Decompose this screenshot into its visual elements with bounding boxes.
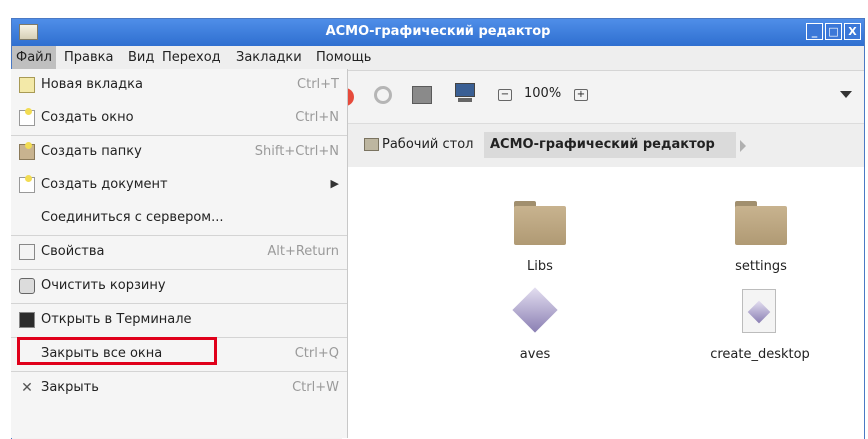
menu-item-new-folder[interactable]: Создать папку Shift+Ctrl+N <box>11 136 347 169</box>
menu-item-new-window[interactable]: Создать окно Ctrl+N <box>11 102 347 135</box>
menu-item-accelerator: Shift+Ctrl+N <box>254 144 339 159</box>
maximize-button[interactable]: □ <box>825 23 842 40</box>
crumb-desktop[interactable]: Рабочий стол <box>382 132 473 158</box>
file-label[interactable]: create_desktop <box>690 347 830 362</box>
file-view: Libs settings aves create_desktop <box>342 167 864 439</box>
menu-help[interactable]: Помощь <box>316 50 371 65</box>
folder-icon[interactable] <box>735 201 787 245</box>
menu-item-label: Новая вкладка <box>41 77 143 92</box>
folder-icon[interactable] <box>514 201 566 245</box>
menu-item-accelerator: Ctrl+T <box>297 77 339 92</box>
toolbar-overflow-icon[interactable] <box>840 91 852 98</box>
menu-item-accelerator: Ctrl+W <box>292 380 339 395</box>
document-file-icon[interactable] <box>742 289 776 333</box>
menu-item-label: Очистить корзину <box>41 278 166 293</box>
menu-item-label: Закрыть <box>41 380 99 395</box>
menu-item-empty-trash[interactable]: Очистить корзину <box>11 270 347 303</box>
window-title: АСМО-графический редактор <box>325 24 551 39</box>
zoom-level: 100% <box>524 86 562 101</box>
menu-bookmarks[interactable]: Закладки <box>236 50 302 65</box>
reload-icon[interactable] <box>374 86 392 104</box>
menu-item-properties[interactable]: Свойства Alt+Return <box>11 236 347 269</box>
file-label[interactable]: Libs <box>470 259 610 274</box>
menu-item-accelerator: Ctrl+N <box>295 110 339 125</box>
desktop-icon <box>364 138 379 151</box>
toolbar: − 100% + <box>342 71 864 123</box>
crumb-current[interactable]: АСМО-графический редактор <box>484 132 736 158</box>
new-tab-icon <box>19 77 35 93</box>
terminal-icon <box>19 312 35 328</box>
file-label[interactable]: aves <box>465 347 605 362</box>
menu-item-label: Соединиться с сервером... <box>41 210 224 225</box>
crumb-next-icon[interactable] <box>740 140 746 152</box>
menu-edit[interactable]: Правка <box>64 50 113 65</box>
close-window-button[interactable]: X <box>844 23 861 40</box>
zoom-out-icon[interactable]: − <box>498 89 512 101</box>
home-icon[interactable] <box>412 86 432 104</box>
new-document-icon <box>19 175 35 193</box>
image-file-icon[interactable] <box>512 287 558 333</box>
file-menu: Новая вкладка Ctrl+T Создать окно Ctrl+N… <box>11 69 348 438</box>
properties-icon <box>19 244 35 260</box>
menu-item-label: Создать папку <box>41 144 142 159</box>
menu-item-new-tab[interactable]: Новая вкладка Ctrl+T <box>11 69 347 102</box>
file-label[interactable]: settings <box>691 259 831 274</box>
menu-item-accelerator: Ctrl+Q <box>294 346 339 361</box>
zoom-in-icon[interactable]: + <box>574 89 588 101</box>
computer-icon[interactable] <box>454 83 476 103</box>
menu-file[interactable]: Файл <box>12 46 56 70</box>
highlight-box <box>17 337 217 365</box>
menu-item-connect-server[interactable]: Соединиться с сервером... <box>11 202 347 235</box>
menu-item-accelerator: Alt+Return <box>267 244 339 259</box>
location-bar: Рабочий стол АСМО-графический редактор <box>342 123 864 169</box>
menu-item-close[interactable]: ✕ Закрыть Ctrl+W <box>11 372 347 405</box>
submenu-arrow-icon: ▶ <box>330 177 339 190</box>
title-bar[interactable]: АСМО-графический редактор _ □ X <box>12 19 864 46</box>
menu-item-new-document[interactable]: Создать документ ▶ <box>11 169 347 202</box>
menu-item-label: Свойства <box>41 244 105 259</box>
menu-item-open-terminal[interactable]: Открыть в Терминале <box>11 304 347 337</box>
new-folder-icon <box>19 142 35 160</box>
trash-icon <box>19 278 35 294</box>
minimize-button[interactable]: _ <box>806 23 823 40</box>
new-window-icon <box>19 108 35 126</box>
close-icon: ✕ <box>21 380 33 396</box>
menu-view[interactable]: Вид <box>128 50 154 65</box>
menu-bar: Файл Правка Вид Переход Закладки Помощь <box>12 46 864 71</box>
menu-item-label: Открыть в Терминале <box>41 312 192 327</box>
menu-go[interactable]: Переход <box>162 50 221 65</box>
menu-item-label: Создать окно <box>41 110 134 125</box>
menu-item-label: Создать документ <box>41 177 168 192</box>
